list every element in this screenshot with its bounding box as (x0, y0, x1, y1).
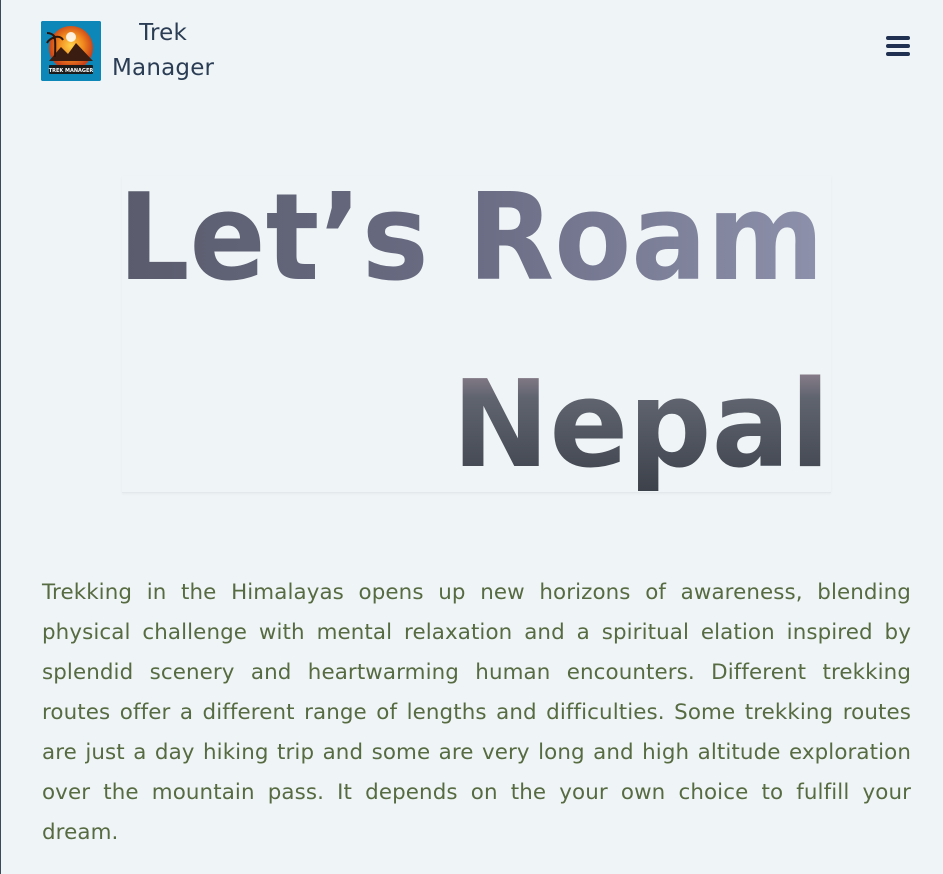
trek-manager-logo: TREK MANAGER (41, 21, 101, 81)
logo-text: TREK MANAGER (49, 68, 94, 74)
brand-link[interactable]: TREK MANAGER Trek Manager (41, 16, 214, 86)
intro-paragraph: Trekking in the Himalayas opens up new h… (42, 580, 911, 845)
hamburger-bar (886, 52, 910, 56)
navbar: TREK MANAGER Trek Manager (1, 0, 943, 100)
hero-title-line2: Nepal (452, 356, 830, 492)
hero-title-line1: Let’s Roam (122, 176, 824, 308)
hero-banner: Let’s Roam Nepal (122, 176, 831, 493)
hamburger-bar (886, 36, 910, 40)
brand-name-line2: Manager (112, 55, 215, 81)
brand-name-line1: Trek (139, 20, 188, 46)
brand-name: Trek Manager (112, 16, 214, 86)
hamburger-icon[interactable] (886, 35, 910, 57)
hamburger-bar (886, 44, 910, 48)
